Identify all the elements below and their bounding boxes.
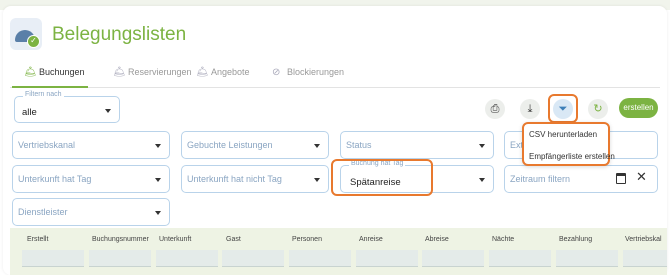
column-filter-input[interactable] <box>156 250 218 267</box>
refresh-button[interactable]: ↻ <box>588 99 608 119</box>
column-filter-input[interactable] <box>89 250 151 267</box>
status-placeholder: Status <box>346 140 372 150</box>
filter-select[interactable]: Filtern nach alle <box>14 91 120 123</box>
chevron-down-icon <box>479 144 485 148</box>
unterkunft-hat-tag-select[interactable]: Unterkunft hat Tag <box>12 165 170 193</box>
chevron-down-icon <box>314 178 320 182</box>
tab-buchungen[interactable]: 🛎 Buchungen <box>24 67 85 78</box>
column-header[interactable]: Gast <box>226 236 241 243</box>
page-title: Belegungslisten <box>52 24 187 45</box>
tab-blockierungen[interactable]: ⊘ Blockierungen <box>272 67 344 78</box>
download-icon: ⤓ <box>527 102 533 115</box>
column-header[interactable]: Anreise <box>359 236 383 243</box>
filter-value: alle <box>22 107 37 118</box>
chevron-down-icon <box>105 109 111 113</box>
column-filter-input[interactable] <box>489 250 551 267</box>
chevron-down-icon <box>314 144 320 148</box>
unterkunft-hat-tag-placeholder: Unterkunft hat Tag <box>18 174 92 184</box>
tab-label: Blockierungen <box>287 67 345 77</box>
column-filter-input[interactable] <box>556 250 618 267</box>
column-header[interactable]: Buchungsnummer <box>92 236 149 243</box>
chevron-down-icon <box>479 178 485 182</box>
bell-icon: 🛎 <box>196 67 209 78</box>
highlight-buchung-tag <box>331 159 433 196</box>
column-header[interactable]: Bezahlung <box>559 236 592 243</box>
chevron-down-icon <box>155 144 161 148</box>
vertriebskanal-placeholder: Vertriebskanal <box>18 140 76 150</box>
active-tab-indicator <box>12 86 88 88</box>
filter-label: Filtern nach <box>23 91 64 98</box>
zeitraum-filter-input[interactable]: Zeitraum filtern <box>504 165 658 193</box>
clear-icon[interactable]: ✕ <box>636 170 647 185</box>
column-header[interactable]: Nächte <box>492 236 514 243</box>
chevron-down-icon <box>155 178 161 182</box>
tab-label: Buchungen <box>39 67 85 77</box>
column-filter-input[interactable] <box>222 250 284 267</box>
export-menu: CSV herunterladen Empfängerliste erstell… <box>522 122 615 166</box>
tab-reservierungen[interactable]: 🛎 Reservierungen <box>113 67 192 78</box>
vertriebskanal-select[interactable]: Vertriebskanal <box>12 131 170 159</box>
bell-icon: 🛎 <box>24 67 37 78</box>
block-icon: ⊘ <box>272 67 281 78</box>
column-filter-input[interactable] <box>289 250 351 267</box>
create-button[interactable]: erstellen <box>619 98 658 118</box>
dienstleister-placeholder: Dienstleister <box>18 207 68 217</box>
print-icon: ⎙ <box>490 102 500 115</box>
app-logo-icon: ✓ <box>10 18 42 50</box>
gebuchte-leistungen-placeholder: Gebuchte Leistungen <box>187 140 273 150</box>
column-filter-input[interactable] <box>22 250 84 267</box>
unterkunft-hat-nicht-tag-placeholder: Unterkunft hat nicht Tag <box>187 174 282 184</box>
column-header[interactable]: Unterkunft <box>159 236 191 243</box>
status-select[interactable]: Status <box>340 131 494 159</box>
filter-funnel-icon: ⏷ <box>558 102 568 115</box>
gebuchte-leistungen-select[interactable]: Gebuchte Leistungen <box>181 131 329 159</box>
download-button[interactable]: ⤓ <box>520 99 540 119</box>
check-icon: ✓ <box>27 35 40 48</box>
chevron-down-icon <box>155 211 161 215</box>
unterkunft-hat-nicht-tag-select[interactable]: Unterkunft hat nicht Tag <box>181 165 329 193</box>
calendar-icon[interactable] <box>616 173 626 184</box>
column-header[interactable]: Abreise <box>425 236 449 243</box>
export-button[interactable]: ⏷ <box>553 99 573 119</box>
menu-item-empfaengerliste[interactable]: Empfängerliste erstellen <box>529 152 615 161</box>
column-filter-input[interactable] <box>356 250 418 267</box>
column-filter-input[interactable] <box>422 250 484 267</box>
column-header[interactable]: Erstellt <box>27 236 48 243</box>
column-header[interactable]: Personen <box>292 236 322 243</box>
tab-label: Angebote <box>211 67 250 77</box>
menu-item-csv[interactable]: CSV herunterladen <box>529 130 597 139</box>
tab-bar: 🛎 Buchungen 🛎 Reservierungen 🛎 Angebote ⊘ Bl… <box>10 62 660 88</box>
refresh-icon: ↻ <box>593 102 603 115</box>
zeitraum-placeholder: Zeitraum filtern <box>510 174 571 184</box>
tab-label: Reservierungen <box>128 67 192 77</box>
column-header[interactable]: Vertriebskal <box>625 236 662 243</box>
tab-angebote[interactable]: 🛎 Angebote <box>196 67 250 78</box>
print-button[interactable]: ⎙ <box>485 99 505 119</box>
column-filter-input[interactable] <box>623 250 667 267</box>
bell-icon: 🛎 <box>113 67 126 78</box>
dienstleister-select[interactable]: Dienstleister <box>12 198 170 226</box>
